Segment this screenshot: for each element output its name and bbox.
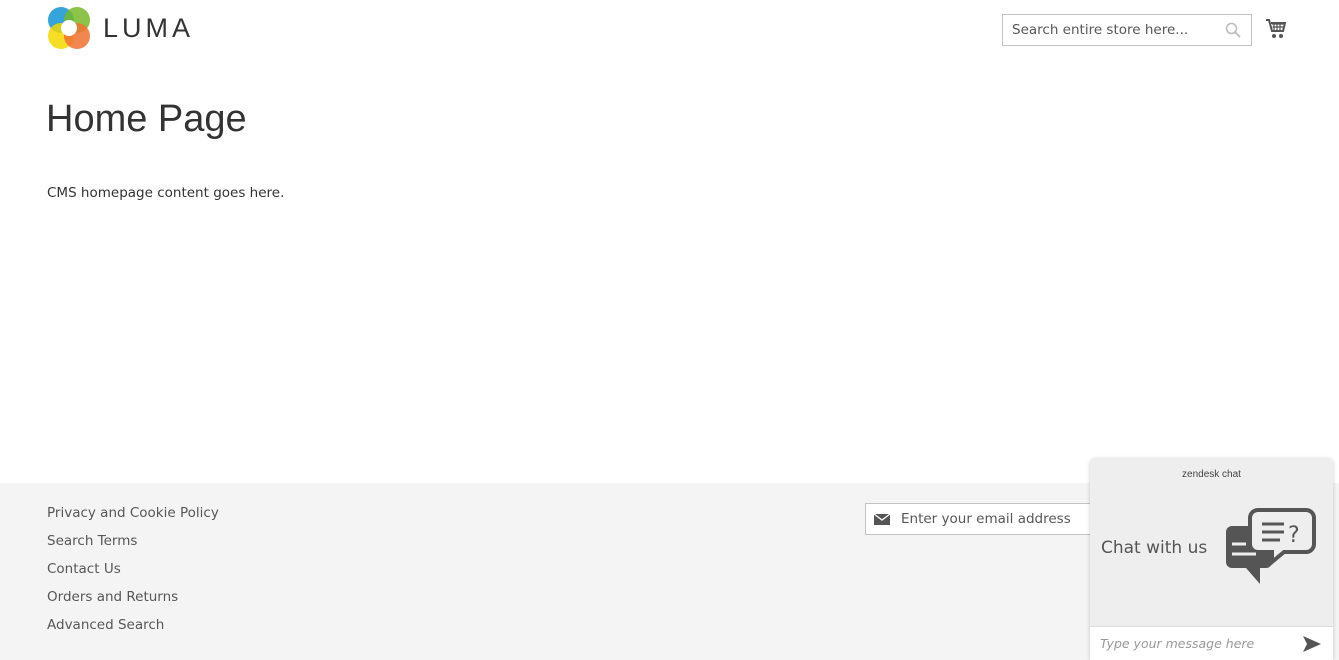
chat-bubbles-icon: ? bbox=[1226, 508, 1316, 584]
chat-title[interactable]: Chat with us bbox=[1101, 538, 1207, 558]
chat-input-bar bbox=[1090, 626, 1333, 660]
search-box[interactable] bbox=[1002, 14, 1252, 46]
search-icon[interactable] bbox=[1225, 22, 1241, 38]
cart-icon[interactable] bbox=[1265, 18, 1287, 40]
send-icon[interactable] bbox=[1303, 636, 1321, 652]
chat-message-input[interactable] bbox=[1090, 627, 1290, 660]
footer-link-advanced-search[interactable]: Advanced Search bbox=[47, 615, 219, 643]
logo-text: LUMA bbox=[103, 12, 195, 43]
email-input[interactable] bbox=[901, 504, 1101, 534]
envelope-icon bbox=[874, 514, 890, 525]
zendesk-chat-widget[interactable]: zendesk chat Chat with us ? bbox=[1090, 459, 1333, 660]
footer-link-contact[interactable]: Contact Us bbox=[47, 559, 219, 587]
svg-text:?: ? bbox=[1288, 523, 1300, 548]
chat-brand: zendesk chat bbox=[1182, 469, 1241, 480]
newsletter-email[interactable] bbox=[865, 503, 1105, 535]
footer-links: Privacy and Cookie Policy Search Terms C… bbox=[47, 503, 219, 643]
page-title: Home Page bbox=[46, 98, 247, 140]
luma-logo[interactable]: LUMA bbox=[47, 6, 194, 50]
footer-link-privacy[interactable]: Privacy and Cookie Policy bbox=[47, 503, 219, 531]
search-input[interactable] bbox=[1003, 15, 1218, 45]
footer-link-search-terms[interactable]: Search Terms bbox=[47, 531, 219, 559]
luma-logo-icon bbox=[48, 7, 90, 49]
page-content: CMS homepage content goes here. bbox=[47, 185, 285, 201]
footer-link-orders-returns[interactable]: Orders and Returns bbox=[47, 587, 219, 615]
